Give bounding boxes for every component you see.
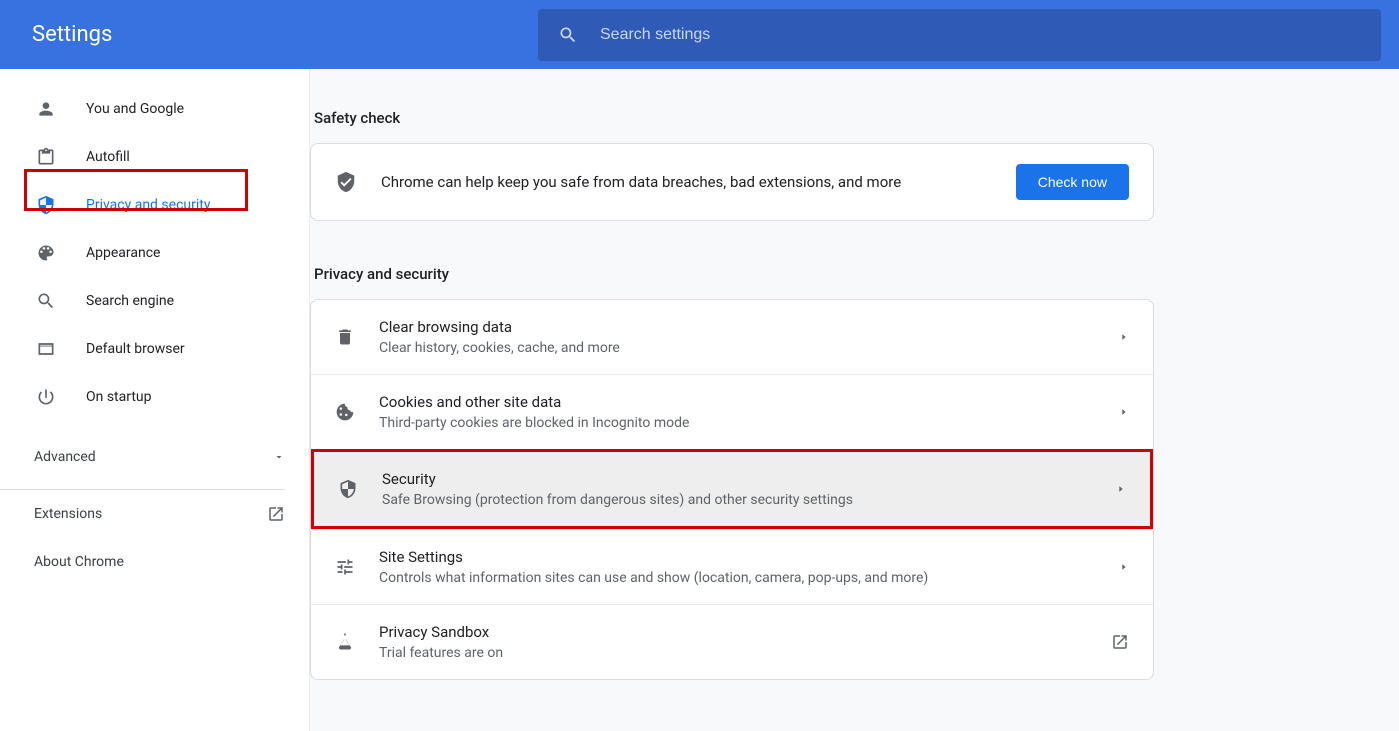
browser-icon	[36, 339, 56, 359]
section-heading-privacy: Privacy and security	[312, 265, 1154, 299]
person-icon	[36, 99, 56, 119]
chevron-right-icon	[1119, 407, 1129, 417]
search-bar[interactable]	[538, 9, 1381, 61]
shield-icon	[36, 195, 56, 215]
sidebar-item-default-browser[interactable]: Default browser	[0, 325, 309, 373]
cookie-icon	[335, 402, 355, 422]
tune-icon	[335, 557, 355, 577]
sidebar-item-on-startup[interactable]: On startup	[0, 373, 309, 421]
chevron-down-icon	[273, 451, 285, 463]
sidebar-item-extensions[interactable]: Extensions	[0, 490, 309, 538]
sidebar-item-label: Appearance	[86, 245, 160, 261]
row-subtitle: Third-party cookies are blocked in Incog…	[379, 415, 1119, 431]
search-icon	[36, 291, 56, 311]
shield-icon	[338, 479, 358, 499]
sidebar-item-about[interactable]: About Chrome	[0, 538, 309, 586]
row-subtitle: Controls what information sites can use …	[379, 570, 1119, 586]
chevron-right-icon	[1116, 484, 1126, 494]
sidebar-item-label: Autofill	[86, 149, 130, 165]
open-in-new-icon	[1111, 633, 1129, 651]
palette-icon	[36, 243, 56, 263]
sidebar: You and Google Autofill Privacy and secu…	[0, 69, 310, 731]
advanced-label: Advanced	[34, 449, 96, 465]
main-content: Safety check Chrome can help keep you sa…	[310, 69, 1399, 731]
sidebar-item-label: Privacy and security	[86, 197, 210, 213]
row-title: Security	[382, 470, 1116, 488]
row-security[interactable]: Security Safe Browsing (protection from …	[311, 449, 1153, 529]
row-subtitle: Clear history, cookies, cache, and more	[379, 340, 1119, 356]
trash-icon	[335, 327, 355, 347]
search-icon	[558, 25, 578, 45]
clipboard-icon	[36, 147, 56, 167]
row-title: Privacy Sandbox	[379, 623, 1111, 641]
sidebar-item-label: You and Google	[86, 101, 184, 117]
open-in-new-icon	[267, 505, 285, 523]
sidebar-item-autofill[interactable]: Autofill	[0, 133, 309, 181]
power-icon	[36, 387, 56, 407]
row-title: Cookies and other site data	[379, 393, 1119, 411]
row-subtitle: Safe Browsing (protection from dangerous…	[382, 492, 1116, 508]
row-title: Clear browsing data	[379, 318, 1119, 336]
section-heading-safety: Safety check	[312, 109, 1154, 143]
row-title: Site Settings	[379, 548, 1119, 566]
row-privacy-sandbox[interactable]: Privacy Sandbox Trial features are on	[311, 604, 1153, 679]
header: Settings	[0, 0, 1399, 69]
sidebar-item-search-engine[interactable]: Search engine	[0, 277, 309, 325]
row-subtitle: Trial features are on	[379, 645, 1111, 661]
privacy-security-card: Clear browsing data Clear history, cooki…	[310, 299, 1154, 680]
sidebar-item-label: Default browser	[86, 341, 185, 357]
search-input[interactable]	[600, 26, 1361, 44]
chevron-right-icon	[1119, 562, 1129, 572]
shield-check-icon	[335, 171, 357, 193]
sidebar-item-appearance[interactable]: Appearance	[0, 229, 309, 277]
sidebar-item-label: Search engine	[86, 293, 174, 309]
sidebar-item-privacy-security[interactable]: Privacy and security	[0, 181, 309, 229]
flask-icon	[335, 632, 355, 652]
sidebar-item-you-and-google[interactable]: You and Google	[0, 85, 309, 133]
page-title: Settings	[0, 22, 310, 47]
about-label: About Chrome	[34, 554, 124, 570]
sidebar-item-label: On startup	[86, 389, 152, 405]
check-now-button[interactable]: Check now	[1016, 164, 1129, 200]
extensions-label: Extensions	[34, 506, 102, 522]
sidebar-advanced-toggle[interactable]: Advanced	[0, 433, 309, 481]
safety-check-text: Chrome can help keep you safe from data …	[381, 173, 992, 191]
row-clear-browsing-data[interactable]: Clear browsing data Clear history, cooki…	[311, 300, 1153, 374]
safety-check-card: Chrome can help keep you safe from data …	[310, 143, 1154, 221]
row-cookies[interactable]: Cookies and other site data Third-party …	[311, 374, 1153, 449]
row-site-settings[interactable]: Site Settings Controls what information …	[311, 529, 1153, 604]
chevron-right-icon	[1119, 332, 1129, 342]
